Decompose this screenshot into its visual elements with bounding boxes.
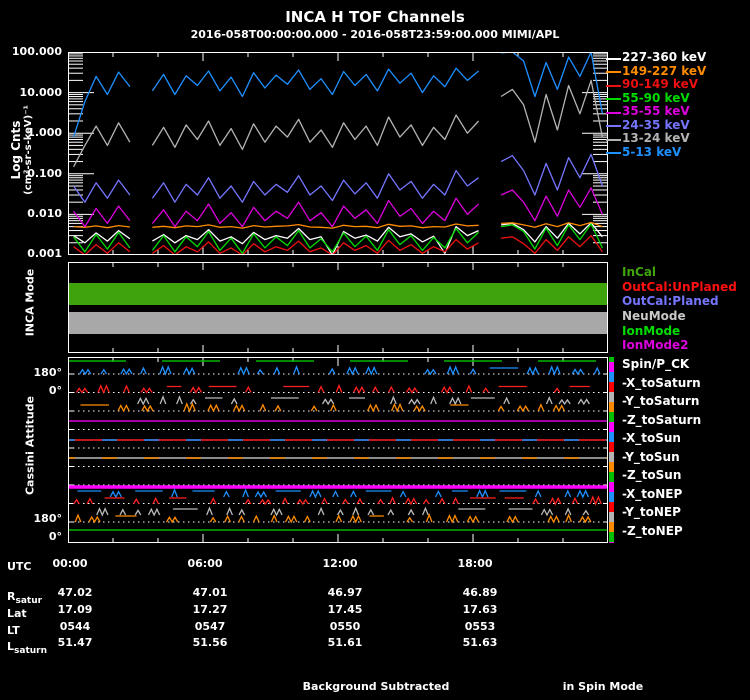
utc-tick-1800: 18:00 bbox=[457, 557, 493, 570]
attitude-legend-z-tosun: -Z_toSun bbox=[622, 468, 682, 482]
page-title: INCA H TOF Channels bbox=[285, 8, 465, 26]
attitude-axis-color-strip-segment bbox=[609, 402, 614, 412]
attitude-legend-y-tonep: -Y_toNEP bbox=[622, 505, 681, 519]
l-value-0000: 51.47 bbox=[57, 636, 93, 649]
attitude-axis-color-strip-segment bbox=[609, 482, 614, 492]
flux-ytick-100: 100.000 bbox=[11, 45, 62, 58]
attitude-legend-x-tosun: -X_toSun bbox=[622, 431, 681, 445]
l-value-1800: 51.63 bbox=[462, 636, 498, 649]
utc-row-label: UTC bbox=[7, 560, 32, 573]
background-subtracted-note: Background Subtracted bbox=[302, 680, 450, 693]
attitude-ytick-0-top: 0° bbox=[48, 384, 62, 397]
legend-leader-tick bbox=[606, 71, 621, 73]
attitude-legend-x-tonep: -X_toNEP bbox=[622, 487, 683, 501]
attitude-axis-color-strip-segment bbox=[609, 512, 614, 522]
lat-value-1200: 17.45 bbox=[327, 603, 363, 616]
mode-legend-neumode: NeuMode bbox=[622, 309, 686, 323]
attitude-axis-color-strip-segment bbox=[609, 492, 614, 502]
legend-item-227-360: 227-360 keV bbox=[622, 50, 707, 64]
flux-ytick-1: 1.000 bbox=[27, 126, 62, 139]
flux-ytick-10: 10.000 bbox=[19, 86, 62, 99]
legend-item-13-24: 13-24 keV bbox=[622, 131, 690, 145]
time-range: 2016-058T00:00:00.000 - 2016-058T23:59:0… bbox=[190, 28, 560, 41]
flux-panel bbox=[68, 52, 608, 255]
attitude-axis-color-strip-segment bbox=[609, 432, 614, 442]
legend-item-149-227: 149-227 keV bbox=[622, 64, 707, 78]
attitude-axis-color-strip-segment bbox=[609, 542, 614, 543]
attitude-axis-color-strip-segment bbox=[609, 392, 614, 402]
attitude-axis-color-strip-segment bbox=[609, 452, 614, 462]
utc-tick-0600: 06:00 bbox=[187, 557, 223, 570]
mode-legend-incal: InCal bbox=[622, 265, 657, 279]
lt-row-label: LT bbox=[7, 624, 20, 637]
attitude-legend-z-tonep: -Z_toNEP bbox=[622, 524, 683, 538]
attitude-axis-color-strip-segment bbox=[609, 422, 614, 432]
lt-value-1800: 0553 bbox=[464, 620, 496, 633]
attitude-ytick-0-bottom: 0° bbox=[48, 530, 62, 543]
legend-leader-tick bbox=[606, 57, 621, 60]
r-value-0600: 47.01 bbox=[192, 586, 228, 599]
attitude-axis-color-strip-segment bbox=[609, 522, 614, 532]
lt-value-1200: 0550 bbox=[329, 620, 361, 633]
legend-item-90-149: 90-149 keV bbox=[622, 77, 698, 91]
lt-value-0000: 0544 bbox=[59, 620, 91, 633]
legend-leader-tick bbox=[606, 125, 621, 127]
attitude-legend-y-tosun: -Y_toSun bbox=[622, 450, 680, 464]
l-value-1200: 51.61 bbox=[327, 636, 363, 649]
plot-canvas: INCA H TOF Channels 2016-058T00:00:00.00… bbox=[0, 0, 750, 700]
lt-value-0600: 0547 bbox=[194, 620, 226, 633]
attitude-legend-z-tosaturn: -Z_toSaturn bbox=[622, 413, 702, 427]
attitude-axis-color-strip-segment bbox=[609, 362, 614, 372]
attitude-axis-color-strip-segment bbox=[609, 472, 614, 482]
legend-leader-tick bbox=[606, 138, 621, 141]
attitude-legend-x-tosaturn: -X_toSaturn bbox=[622, 376, 701, 390]
attitude-axis-color-strip-segment bbox=[609, 412, 614, 422]
legend-item-55-90: 55-90 keV bbox=[622, 91, 690, 105]
r-value-1800: 46.89 bbox=[462, 586, 498, 599]
attitude-legend-y-tosaturn: -Y_toSaturn bbox=[622, 394, 700, 408]
attitude-axis-color-strip bbox=[609, 357, 614, 543]
attitude-axis-color-strip-segment bbox=[609, 462, 614, 472]
attitude-axis-color-strip-segment bbox=[609, 372, 614, 382]
spin-mode-note: in Spin Mode bbox=[562, 680, 644, 693]
utc-tick-1200: 12:00 bbox=[322, 557, 358, 570]
r-value-0000: 47.02 bbox=[57, 586, 93, 599]
attitude-axis-color-strip-segment bbox=[609, 442, 614, 452]
attitude-axis-color-strip-segment bbox=[609, 502, 614, 512]
attitude-ytick-180-bottom: 180° bbox=[33, 512, 62, 525]
cassini-attitude-panel bbox=[68, 357, 608, 543]
legend-leader-tick bbox=[606, 84, 621, 87]
mode-legend-ionmode: IonMode bbox=[622, 324, 681, 338]
legend-item-35-55: 35-55 keV bbox=[622, 104, 690, 118]
inca-mode-panel bbox=[68, 262, 608, 353]
mode-legend-outcal-planed: OutCal:Planed bbox=[622, 294, 719, 308]
lat-row-label: Lat bbox=[7, 607, 27, 620]
lat-value-0000: 17.09 bbox=[57, 603, 93, 616]
lat-value-1800: 17.63 bbox=[462, 603, 498, 616]
utc-tick-0000: 00:00 bbox=[52, 557, 88, 570]
l-value-0600: 51.56 bbox=[192, 636, 228, 649]
r-value-1200: 46.97 bbox=[327, 586, 363, 599]
mode-legend-outcal-unplaned: OutCal:UnPlaned bbox=[622, 280, 737, 294]
attitude-legend-spin: Spin/P_CK bbox=[622, 357, 690, 371]
attitude-axis-color-strip-segment bbox=[609, 382, 614, 392]
attitude-ytick-180-top: 180° bbox=[33, 366, 62, 379]
legend-leader-tick bbox=[606, 111, 621, 114]
legend-leader-tick bbox=[606, 98, 621, 100]
legend-item-24-35: 24-35 keV bbox=[622, 118, 690, 132]
mode-legend-ionmode2: IonMode2 bbox=[622, 338, 689, 352]
lat-value-0600: 17.27 bbox=[192, 603, 228, 616]
flux-ytick-0p1: 0.100 bbox=[27, 167, 62, 180]
legend-leader-tick bbox=[606, 152, 621, 154]
legend-item-5-13: 5-13 keV bbox=[622, 145, 682, 159]
r-saturn-row-label: Rsatur bbox=[7, 590, 43, 607]
attitude-axis-color-strip-segment bbox=[609, 532, 614, 542]
